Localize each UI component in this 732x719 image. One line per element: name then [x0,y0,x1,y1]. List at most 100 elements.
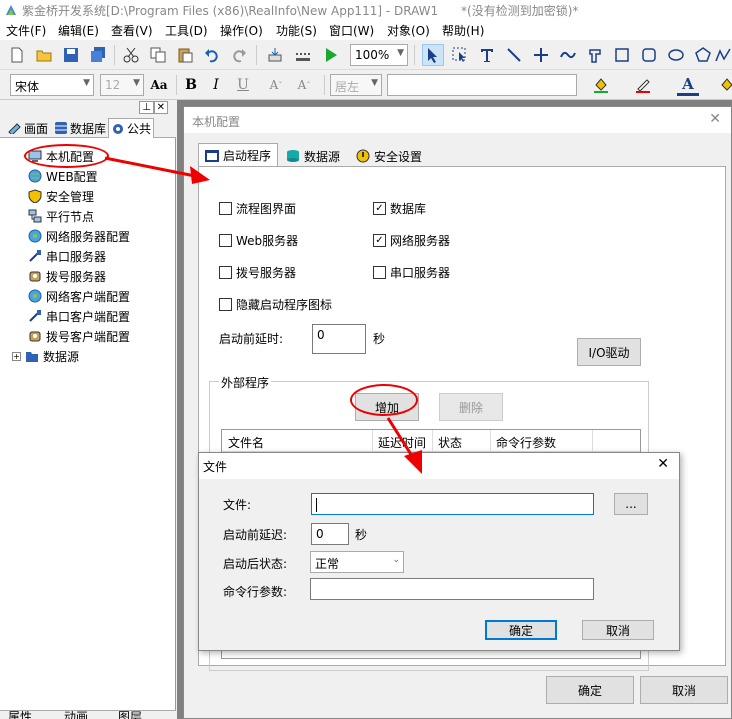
tree-item-dialup-server[interactable]: 拨号服务器 [28,267,106,285]
tab-layers[interactable]: 图层 [118,711,142,719]
save-all-icon[interactable] [87,44,109,66]
tab-properties[interactable]: 属性 [8,711,32,719]
file-path-input[interactable] [311,493,594,515]
tab-animation[interactable]: 动画 [64,711,88,719]
polygon-tool-icon[interactable] [692,44,714,66]
tree-item-web-config[interactable]: WEB配置 [28,167,98,185]
grid-icon[interactable] [292,44,314,66]
text-tool-icon[interactable] [476,44,498,66]
tree-item-security[interactable]: 安全管理 [28,187,94,205]
tree-item-parallel-node[interactable]: 平行节点 [28,207,94,225]
left-panel: ⊥ ✕ 画面 数据库 公共 本机配置 WEB配置 安全管理 平行节点 网络服务器… [0,100,176,719]
text-content-field[interactable] [387,74,577,96]
bold-button[interactable]: B [180,74,202,96]
tab-screens[interactable]: 画面 [6,118,50,138]
menu-function[interactable]: 功能(S) [276,22,317,39]
io-driver-button[interactable]: I/O驱动 [577,338,641,366]
left-panel-bottom-tabs: 属性 动画 图层 [0,710,176,719]
file-dialog-cancel-button[interactable]: 取消 [582,620,654,640]
ellipse-tool-icon[interactable] [665,44,687,66]
file-dialog-ok-button[interactable]: 确定 [485,620,557,640]
config-ok-button[interactable]: 确定 [546,676,634,704]
cut-icon[interactable] [120,44,142,66]
tab-datasource[interactable]: 数据源 [280,145,346,167]
copy-icon[interactable] [147,44,169,66]
config-cancel-button[interactable]: 取消 [640,676,728,704]
font-size-select[interactable]: 12 ▼ [100,74,144,96]
menu-help[interactable]: 帮助(H) [442,22,484,39]
tree-item-serial-client[interactable]: 串口客户端配置 [28,307,130,325]
column-state[interactable]: 状态 [438,434,462,451]
line-tool-icon[interactable] [503,44,525,66]
hide-startup-icon-checkbox[interactable]: 隐藏启动程序图标 [219,296,332,313]
shrink-font-icon[interactable]: Aˇ [265,74,287,96]
run-icon[interactable] [320,44,342,66]
database-checkbox[interactable]: ✓ 数据库 [373,200,426,217]
tree-item-net-client[interactable]: 网络客户端配置 [28,287,130,305]
menu-view[interactable]: 查看(V) [111,22,153,39]
menu-tools[interactable]: 工具(D) [165,22,208,39]
polyline-tool-icon[interactable] [712,44,732,66]
line-color-icon[interactable] [632,74,654,96]
panel-close-icon[interactable]: ✕ [153,101,168,114]
menu-object[interactable]: 对象(O) [387,22,430,39]
dialup-server-checkbox[interactable]: 拨号服务器 [219,264,296,281]
rounded-rect-tool-icon[interactable] [638,44,660,66]
serial-server-checkbox[interactable]: 串口服务器 [373,264,450,281]
column-args[interactable]: 命令行参数 [496,434,556,451]
post-state-select[interactable]: 正常 ⌄ [310,551,404,573]
flowchart-ui-checkbox[interactable]: 流程图界面 [219,200,296,217]
italic-button[interactable]: I [205,74,227,96]
shield-icon [28,189,42,203]
browse-button[interactable]: ... [614,493,648,515]
underline-button[interactable]: U [232,74,254,96]
compile-icon[interactable] [264,44,286,66]
menu-edit[interactable]: 编辑(E) [58,22,99,39]
pre-delay-input[interactable]: 0 [311,523,349,545]
config-close-icon[interactable]: ✕ [709,111,721,127]
tab-security-settings[interactable]: 安全设置 [350,145,428,167]
annotation-arrow-to-tabs [104,156,210,184]
menu-window[interactable]: 窗口(W) [329,22,374,39]
column-filename[interactable]: 文件名 [228,434,264,451]
save-icon[interactable] [60,44,82,66]
more-color-icon[interactable] [716,74,732,96]
font-family-select[interactable]: 宋体 ▼ [10,74,94,96]
delete-button[interactable]: 删除 [439,393,503,421]
delay-input[interactable]: 0 [312,324,366,354]
cross-tool-icon[interactable] [530,44,552,66]
left-panel-header: ⊥ ✕ [0,100,176,116]
rectangle-tool-icon[interactable] [611,44,633,66]
tab-database[interactable]: 数据库 [52,118,108,138]
menu-file[interactable]: 文件(F) [6,22,46,39]
zoom-select[interactable]: 100% ▼ [350,44,408,66]
curve-tool-icon[interactable] [557,44,579,66]
fill-color-icon[interactable] [590,74,612,96]
tree-item-net-server[interactable]: 网络服务器配置 [28,227,130,245]
file-dialog-close-icon[interactable]: ✕ [657,456,669,472]
expand-icon[interactable]: + [12,351,21,361]
paste-icon[interactable] [174,44,196,66]
network-server-checkbox[interactable]: ✓ 网络服务器 [373,232,450,249]
tab-common[interactable]: 公共 [108,118,155,138]
menu-operate[interactable]: 操作(O) [220,22,263,39]
open-icon[interactable] [33,44,55,66]
align-select[interactable]: 居左 ▼ [330,74,382,96]
tree-item-datasource[interactable]: + 数据源 [12,347,79,365]
undo-icon[interactable] [201,44,223,66]
redo-icon[interactable] [228,44,250,66]
args-input[interactable] [310,578,594,600]
pointer-tool-icon[interactable] [422,44,444,66]
tree-item-dialup-client[interactable]: 拨号客户端配置 [28,327,130,345]
web-server-checkbox[interactable]: Web服务器 [219,232,298,249]
folder-icon [26,352,38,362]
new-icon[interactable] [6,44,28,66]
tree-item-serial-server[interactable]: 串口服务器 [28,247,106,265]
font-preview-button[interactable]: Aa [148,74,170,96]
grow-font-icon[interactable]: Aˆ [293,74,315,96]
select-region-icon[interactable] [449,44,471,66]
text-color-icon[interactable]: A [677,74,699,96]
panel-restore-icon[interactable]: ⊥ [139,101,154,114]
menu-bar: 文件(F) 编辑(E) 查看(V) 工具(D) 操作(O) 功能(S) 窗口(W… [0,20,732,40]
pipe-tool-icon[interactable] [584,44,606,66]
